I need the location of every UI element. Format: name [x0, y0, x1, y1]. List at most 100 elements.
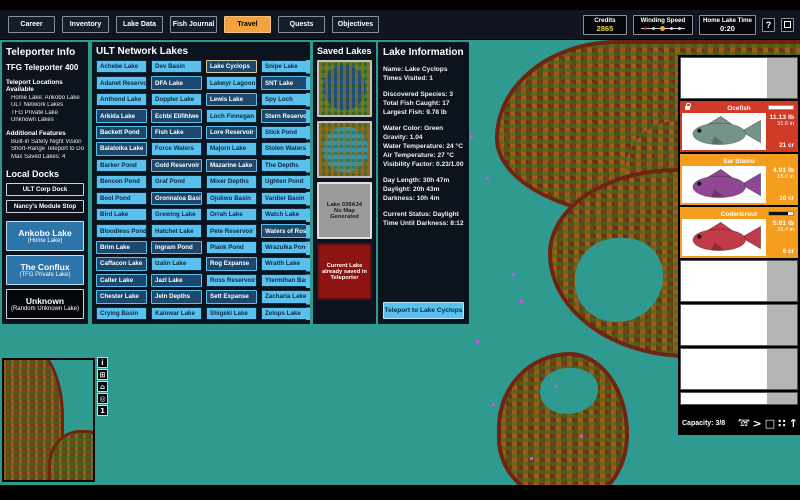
lake-button[interactable]: Brim Lake [96, 241, 147, 254]
nav-inventory[interactable]: Inventory [62, 16, 109, 33]
lake-button[interactable]: Dev Basin [151, 60, 202, 73]
lake-button[interactable]: Fish Lake [151, 126, 202, 139]
lake-button[interactable]: Backett Pond [96, 126, 147, 139]
fish-card[interactable]: Codericrout5.61 lb15.4 in6 cr [680, 207, 798, 258]
nav-fish-journal[interactable]: Fish Journal [170, 16, 217, 33]
lake-button[interactable]: Kalowar Lake [151, 307, 202, 320]
lake-button[interactable]: Plank Pond [206, 241, 257, 254]
unknown-lake-button[interactable]: Unknown (Random Unknown Lake) [6, 289, 84, 319]
empty-slot[interactable] [680, 57, 798, 99]
private-lake-button[interactable]: The Conflux (TFG Private Lake) [6, 255, 84, 285]
lake-button[interactable]: Lakwyr Lagoon [206, 76, 257, 89]
lake-button[interactable]: DFA Lake [151, 76, 202, 89]
lake-button[interactable]: Wrazulka Pond [261, 241, 310, 254]
lake-button[interactable]: Stolen Waters [261, 142, 310, 155]
lake-button[interactable]: The Depths [261, 159, 310, 172]
lake-button[interactable]: Caffacon Lake [96, 257, 147, 270]
saved-lake-thumbnail-2[interactable] [317, 121, 372, 178]
nav-objectives[interactable]: Objectives [332, 16, 379, 33]
dock-button-ult-corp[interactable]: ULT Corp Dock [6, 183, 84, 196]
lake-button[interactable]: Doppler Lake [151, 93, 202, 106]
lake-button[interactable]: Stick Pond [261, 126, 310, 139]
help-button[interactable]: ? [762, 18, 775, 32]
grid-icon[interactable]: ⊞ [97, 369, 108, 380]
sort-grid-icon[interactable]: ∷ [778, 418, 786, 429]
lake-button[interactable]: Waters of Rose [261, 224, 310, 237]
minimap[interactable] [2, 358, 95, 482]
dock-button-nancys[interactable]: Nancy's Module Stop [6, 200, 84, 213]
lake-button[interactable]: Caller Lake [96, 274, 147, 287]
lake-button[interactable]: Jeln Depths [151, 290, 202, 303]
lake-button[interactable]: Anthond Lake [96, 93, 147, 106]
empty-slot[interactable] [680, 348, 798, 390]
lake-button[interactable]: Spy Loch [261, 93, 310, 106]
nav-career[interactable]: Career [8, 16, 55, 33]
lake-button[interactable]: Balatoika Lake [96, 142, 147, 155]
lake-button[interactable]: Zelops Lake [261, 307, 310, 320]
lake-button[interactable]: Echbi Elifihlwe [151, 109, 202, 122]
lake-button[interactable]: Arkida Lake [96, 109, 147, 122]
empty-slot[interactable] [680, 304, 798, 346]
nav-travel[interactable]: Travel [224, 16, 271, 33]
lake-button[interactable]: SNT Lake [261, 76, 310, 89]
lake-button[interactable]: Mazarine Lake [206, 159, 257, 172]
lake-button[interactable]: Achebe Lake [96, 60, 147, 73]
lake-button[interactable]: Force Waters [151, 142, 202, 155]
lake-button[interactable]: Loch Finnegan [206, 109, 257, 122]
lake-button[interactable]: Majorn Lake [206, 142, 257, 155]
slot-box-icon[interactable]: □ [765, 418, 775, 429]
lake-button[interactable]: Stern Reservoir [261, 109, 310, 122]
lake-button[interactable]: Snipe Lake [261, 60, 310, 73]
lake-button[interactable]: Ojukwu Basin [206, 192, 257, 205]
lake-button[interactable]: Wraith Lake [261, 257, 310, 270]
up-arrow-icon[interactable]: ↑ [789, 418, 798, 429]
lake-button[interactable]: Lore Reservoir [206, 126, 257, 139]
winding-speed-slider[interactable] [637, 24, 689, 33]
lake-button[interactable]: Grewing Lake [151, 208, 202, 221]
lake-button[interactable]: Rog Expanse [206, 257, 257, 270]
lake-button[interactable]: Ross Reservoir [206, 274, 257, 287]
next-page-icon[interactable]: > [753, 418, 762, 429]
lake-button[interactable]: Hatchet Lake [151, 224, 202, 237]
lake-button[interactable]: Crying Basin [96, 307, 147, 320]
lake-button[interactable]: Gronnaloa Basin [151, 192, 202, 205]
target-icon[interactable]: ◎ [97, 393, 108, 404]
lake-button[interactable]: Lake Cyclops [206, 60, 257, 73]
lake-button[interactable]: Bloodless Pond [96, 224, 147, 237]
winding-speed-handle[interactable] [660, 26, 665, 31]
lake-button[interactable]: Zacharia Lake [261, 290, 310, 303]
lake-button[interactable]: Mixer Depths [206, 175, 257, 188]
lake-button[interactable]: Bird Lake [96, 208, 147, 221]
lake-button[interactable]: Watch Lake [261, 208, 310, 221]
lake-button[interactable]: Barker Pond [96, 159, 147, 172]
lake-button[interactable]: Sett Expanse [206, 290, 257, 303]
home-icon[interactable]: ⌂ [97, 381, 108, 392]
fish-card[interactable]: Sar Stainu4.91 lb15.0 in10 cr [680, 154, 798, 205]
lake-button[interactable]: Jazl Lake [151, 274, 202, 287]
info-icon[interactable]: i [97, 357, 108, 368]
empty-slot[interactable] [680, 260, 798, 302]
lake-button[interactable]: Bencon Pond [96, 175, 147, 188]
lake-button[interactable]: Ughten Pond [261, 175, 310, 188]
empty-slot[interactable] [680, 392, 798, 405]
toggle-checkbox-button[interactable] [781, 18, 794, 32]
home-lake-button[interactable]: Ankobo Lake (Home Lake) [6, 221, 84, 251]
lake-button[interactable]: Orrah Lake [206, 208, 257, 221]
lake-button[interactable]: Ingram Pond [151, 241, 202, 254]
lake-button[interactable]: Pete Reservoir [206, 224, 257, 237]
lake-button[interactable]: Vardier Basin [261, 192, 310, 205]
nav-quests[interactable]: Quests [278, 16, 325, 33]
fish-card[interactable]: Ocefish11.13 lb31.6 in21 cr [680, 101, 798, 152]
lake-button[interactable]: Gold Reservoir [151, 159, 202, 172]
lake-button[interactable]: Graf Pond [151, 175, 202, 188]
lake-button[interactable]: Beol Pond [96, 192, 147, 205]
lake-button[interactable]: Chester Lake [96, 290, 147, 303]
saved-lake-thumbnail-1[interactable] [317, 60, 372, 117]
lake-button[interactable]: Shigeki Lake [206, 307, 257, 320]
saved-lake-no-map[interactable]: Lake 039A34 No Map Generated [317, 182, 372, 239]
lake-button[interactable]: Lewis Lake [206, 93, 257, 106]
teleport-to-lake-button[interactable]: Teleport to Lake Cyclops [383, 302, 464, 319]
marker-icon[interactable]: 1 [97, 405, 108, 416]
lake-button[interactable]: Izalin Lake [151, 257, 202, 270]
lake-button[interactable]: Adanet Reservoir [96, 76, 147, 89]
